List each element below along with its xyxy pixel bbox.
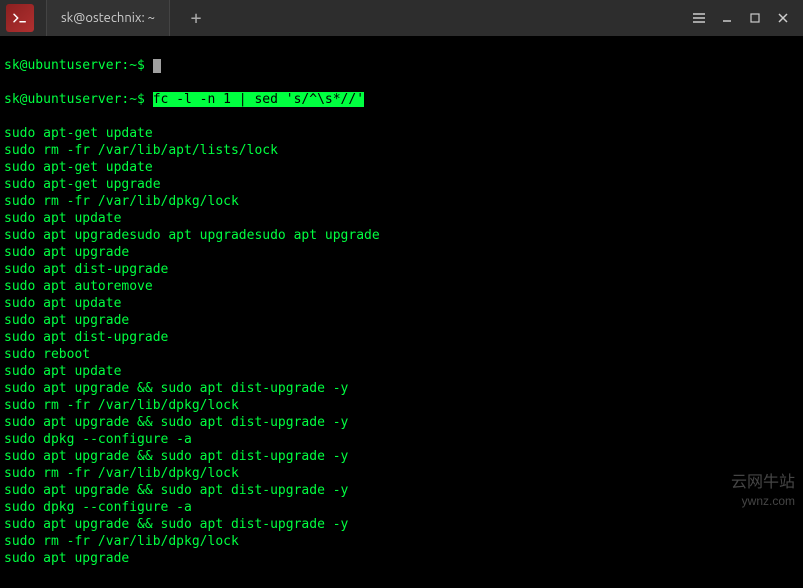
output-line: sudo rm -fr /var/lib/dpkg/lock: [4, 397, 799, 414]
output-line: sudo dpkg --configure -a: [4, 431, 799, 448]
close-button[interactable]: [769, 4, 797, 32]
cursor-icon: [153, 59, 161, 73]
output-line: sudo dpkg --configure -a: [4, 499, 799, 516]
output-line: sudo apt upgrade: [4, 550, 799, 567]
highlighted-command: fc -l -n 1 | sed 's/^\s*//': [153, 92, 364, 107]
output-line: sudo apt upgrade && sudo apt dist-upgrad…: [4, 482, 799, 499]
output-line: sudo rm -fr /var/lib/dpkg/lock: [4, 533, 799, 550]
output-line: sudo apt upgradesudo apt upgradesudo apt…: [4, 227, 799, 244]
output-line: sudo rm -fr /var/lib/apt/lists/lock: [4, 142, 799, 159]
output-line: sudo apt dist-upgrade: [4, 329, 799, 346]
output-line: sudo apt update: [4, 210, 799, 227]
titlebar: sk@ostechnix: ~ +: [0, 0, 803, 36]
output-line: sudo apt upgrade: [4, 312, 799, 329]
tab-active[interactable]: sk@ostechnix: ~: [46, 0, 170, 36]
output-line: sudo apt update: [4, 295, 799, 312]
terminal-line: sk@ubuntuserver:~$: [4, 57, 799, 74]
window-controls: [685, 4, 797, 32]
output-line: sudo apt autoremove: [4, 278, 799, 295]
maximize-button[interactable]: [741, 4, 769, 32]
output-line: sudo apt upgrade: [4, 244, 799, 261]
output-line: sudo apt upgrade && sudo apt dist-upgrad…: [4, 448, 799, 465]
plus-icon: +: [191, 8, 202, 29]
shell-prompt: sk@ubuntuserver:~$: [4, 58, 153, 73]
output-line: sudo apt-get update: [4, 125, 799, 142]
output-line: sudo apt update: [4, 363, 799, 380]
shell-prompt: sk@ubuntuserver:~$: [4, 92, 153, 107]
new-tab-button[interactable]: +: [178, 0, 214, 36]
output-line: sudo apt dist-upgrade: [4, 261, 799, 278]
output-line: sudo apt upgrade && sudo apt dist-upgrad…: [4, 516, 799, 533]
terminal-output: sudo apt-get updatesudo rm -fr /var/lib/…: [4, 125, 799, 567]
output-line: sudo apt upgrade && sudo apt dist-upgrad…: [4, 414, 799, 431]
terminal-line: sk@ubuntuserver:~$ fc -l -n 1 | sed 's/^…: [4, 91, 799, 108]
output-line: sudo rm -fr /var/lib/dpkg/lock: [4, 465, 799, 482]
output-line: sudo apt-get update: [4, 159, 799, 176]
minimize-button[interactable]: [713, 4, 741, 32]
output-line: sudo apt-get upgrade: [4, 176, 799, 193]
tab-title: sk@ostechnix: ~: [61, 11, 155, 25]
output-line: sudo rm -fr /var/lib/dpkg/lock: [4, 193, 799, 210]
output-line: sudo apt upgrade && sudo apt dist-upgrad…: [4, 380, 799, 397]
terminal-app-icon: [6, 4, 34, 32]
output-line: sudo reboot: [4, 346, 799, 363]
terminal-viewport[interactable]: sk@ubuntuserver:~$ sk@ubuntuserver:~$ fc…: [0, 36, 803, 588]
hamburger-menu-button[interactable]: [685, 4, 713, 32]
